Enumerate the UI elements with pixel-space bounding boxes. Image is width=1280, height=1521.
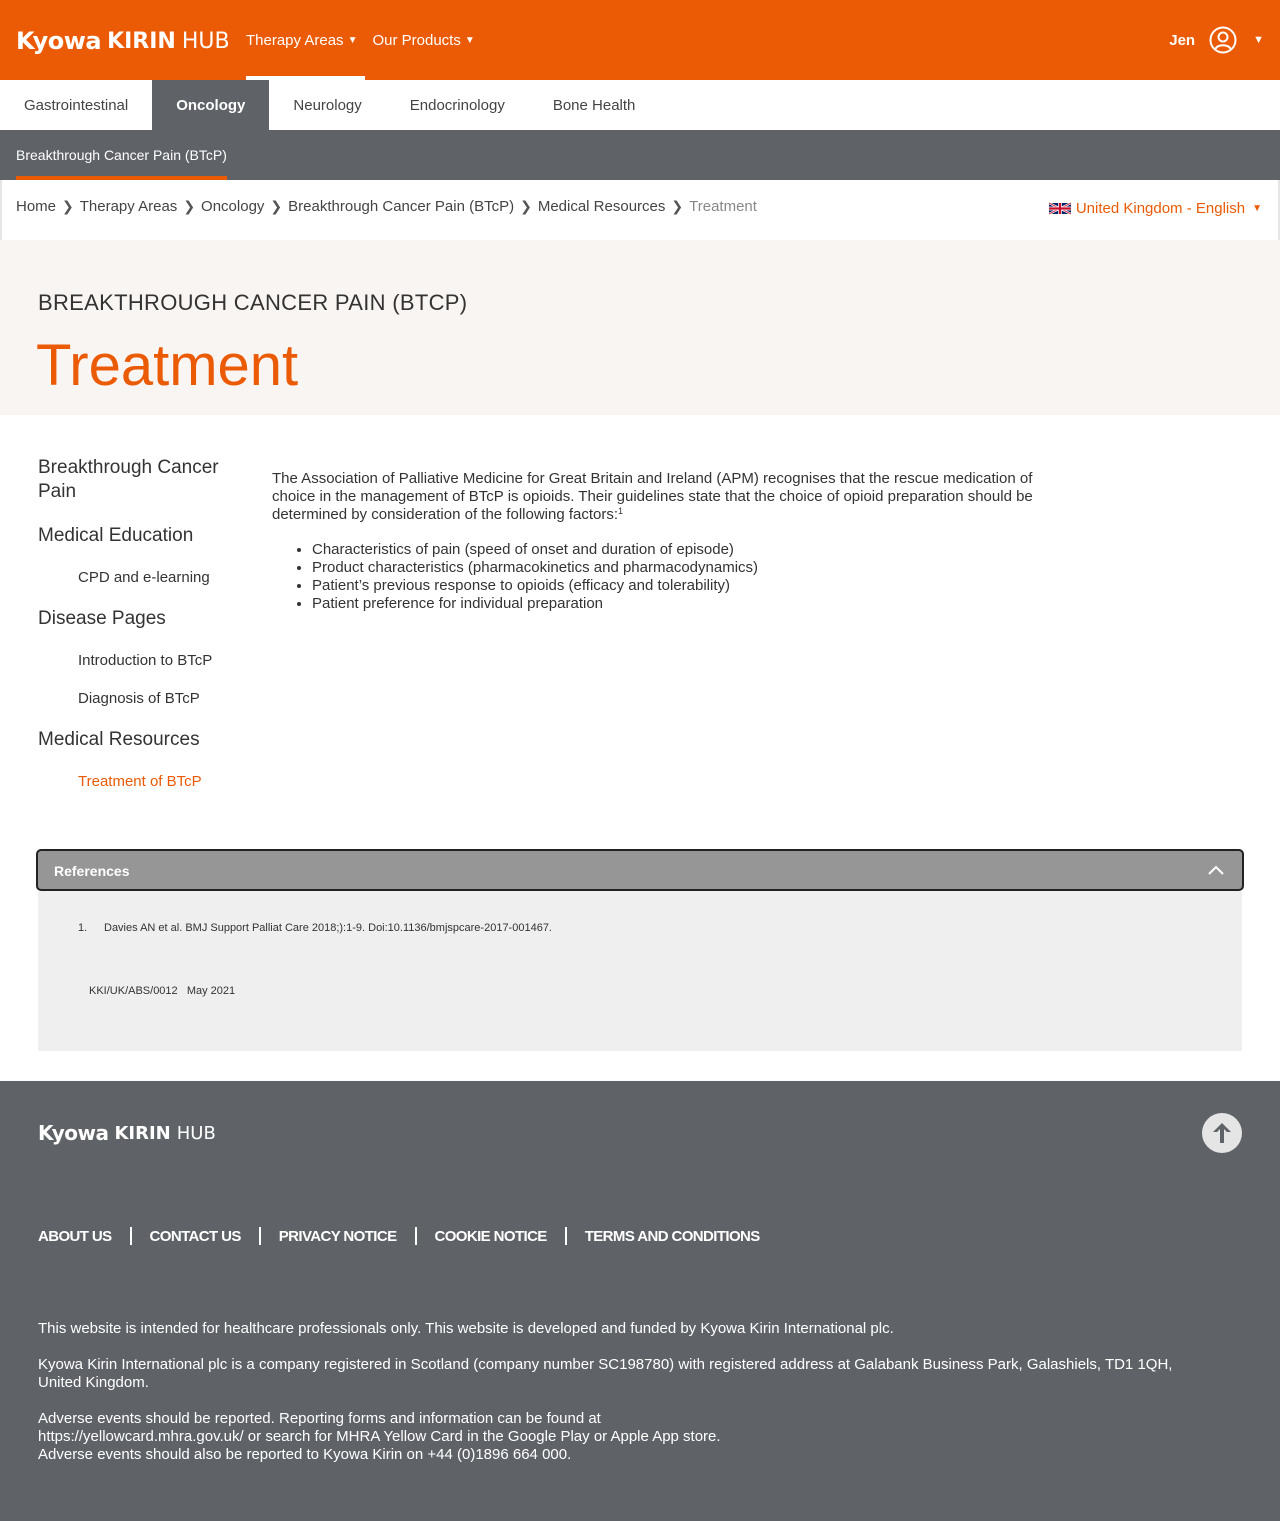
tab-endocrinology[interactable]: Endocrinology — [386, 80, 529, 130]
nav-our-products[interactable]: Our Products ▼ — [372, 0, 474, 80]
chevron-right-icon: ❯ — [671, 198, 684, 214]
list-item: Patient’s previous response to opioids (… — [312, 577, 1052, 595]
footer-disclaimer: This website is intended for healthcare … — [38, 1320, 894, 1337]
footer-divider — [129, 1227, 132, 1245]
adverse-events-line: Adverse events should be reported. Repor… — [38, 1410, 601, 1427]
list-item: Patient preference for individual prepar… — [312, 595, 1052, 613]
sidenav-medical-resources[interactable]: Medical Resources — [38, 728, 238, 752]
job-code: KKI/UK/ABS/0012 May 2021 — [89, 985, 236, 997]
therapy-area-tabs: Gastrointestinal Oncology Neurology Endo… — [0, 80, 1280, 130]
locale-label: United Kingdom - English — [1075, 200, 1246, 217]
list-item: Product characteristics (pharmacokinetic… — [312, 559, 1052, 577]
footer-link-about[interactable]: ABOUT US — [38, 1228, 112, 1245]
tab-gastrointestinal[interactable]: Gastrointestinal — [0, 80, 152, 130]
side-nav: Breakthrough Cancer Pain Medical Educati… — [38, 456, 238, 790]
top-header: Kyowa KIRIN HUB Therapy Areas ▼ Our Prod… — [0, 0, 1280, 80]
main-nav: Therapy Areas ▼ Our Products ▼ — [246, 0, 490, 80]
sidenav-diagnosis-btcp[interactable]: Diagnosis of BTcP — [38, 690, 238, 707]
logo-kirin: KIRIN — [107, 28, 176, 54]
logo-hub: HUB — [176, 1122, 216, 1144]
user-name: Jen — [1169, 31, 1196, 49]
footer-logo[interactable]: Kyowa KIRIN HUB — [38, 1121, 216, 1145]
footer-link-privacy[interactable]: PRIVACY NOTICE — [279, 1228, 397, 1245]
footer-link-cookie[interactable]: COOKIE NOTICE — [435, 1228, 548, 1245]
footer-divider — [258, 1227, 261, 1245]
breadcrumb-home[interactable]: Home — [16, 198, 56, 215]
footer-link-terms[interactable]: TERMS AND CONDITIONS — [585, 1228, 761, 1245]
logo-hub: HUB — [181, 28, 230, 54]
nav-our-products-label: Our Products — [372, 31, 461, 49]
reference-number: 1. — [78, 922, 88, 934]
breadcrumb-therapy-areas[interactable]: Therapy Areas — [80, 198, 178, 215]
main-content: The Association of Palliative Medicine f… — [272, 470, 1052, 613]
chevron-up-icon[interactable] — [1206, 860, 1226, 880]
chevron-right-icon: ❯ — [183, 198, 196, 214]
kyowa-kirin-hub-logo[interactable]: Kyowa KIRIN HUB — [16, 27, 230, 55]
adverse-events-line: Adverse events should also be reported t… — [38, 1446, 572, 1463]
caret-down-icon: ▼ — [1252, 203, 1262, 214]
nav-therapy-areas[interactable]: Therapy Areas ▼ — [246, 0, 366, 80]
sidenav-treatment-btcp[interactable]: Treatment of BTcP — [38, 773, 238, 790]
reference-item: 1. Davies AN et al. BMJ Support Palliat … — [78, 922, 552, 934]
reference-superscript[interactable]: 1 — [618, 506, 623, 516]
sidenav-breakthrough-cancer-pain[interactable]: Breakthrough Cancer Pain — [38, 456, 238, 504]
tab-bone-health[interactable]: Bone Health — [529, 80, 660, 130]
reference-text: Davies AN et al. BMJ Support Palliat Car… — [104, 922, 552, 934]
breadcrumb-medical-resources[interactable]: Medical Resources — [538, 198, 666, 215]
footer: Kyowa KIRIN HUB ABOUT US CONTACT US PRIV… — [0, 1081, 1280, 1521]
locale-selector[interactable]: United Kingdom - English ▼ — [1048, 200, 1262, 217]
references-accordion-header[interactable]: References — [36, 849, 1244, 891]
breadcrumb-current: Treatment — [689, 198, 757, 215]
factor-list: Characteristics of pain (speed of onset … — [272, 541, 1052, 613]
uk-flag-icon — [1048, 202, 1071, 215]
caret-down-icon: ▼ — [1253, 34, 1264, 46]
arrow-up-icon — [1213, 1123, 1231, 1143]
sidenav-disease-pages[interactable]: Disease Pages — [38, 607, 238, 631]
breadcrumb-btcp[interactable]: Breakthrough Cancer Pain (BTcP) — [288, 198, 514, 215]
logo-kyowa: Kyowa — [16, 27, 102, 55]
page-hero: BREAKTHROUGH CANCER PAIN (BTCP) Treatmen… — [0, 240, 1280, 415]
breadcrumb-oncology[interactable]: Oncology — [201, 198, 264, 215]
chevron-right-icon: ❯ — [62, 198, 74, 214]
tab-neurology[interactable]: Neurology — [269, 80, 385, 130]
logo-kirin: KIRIN — [114, 1122, 171, 1144]
user-circle-icon — [1209, 26, 1237, 54]
footer-adverse-events: Adverse events should be reported. Repor… — [38, 1410, 1218, 1464]
tab-oncology[interactable]: Oncology — [152, 80, 270, 130]
breadcrumb: Home ❯ Therapy Areas ❯ Oncology ❯ Breakt… — [16, 198, 757, 215]
nav-therapy-areas-label: Therapy Areas — [246, 31, 344, 49]
sidenav-cpd-elearning[interactable]: CPD and e-learning — [38, 569, 238, 586]
intro-paragraph: The Association of Palliative Medicine f… — [272, 470, 1052, 524]
intro-text: The Association of Palliative Medicine f… — [272, 470, 1033, 523]
footer-link-contact[interactable]: CONTACT US — [150, 1228, 242, 1245]
footer-divider — [564, 1227, 567, 1245]
caret-down-icon: ▼ — [464, 34, 475, 46]
list-item: Characteristics of pain (speed of onset … — [312, 541, 1052, 559]
back-to-top-button[interactable] — [1202, 1113, 1242, 1153]
logo-kyowa: Kyowa — [38, 1121, 109, 1145]
chevron-right-icon: ❯ — [270, 198, 283, 214]
subnav-btcp[interactable]: Breakthrough Cancer Pain (BTcP) — [16, 130, 227, 180]
adverse-events-line: https://yellowcard.mhra.gov.uk/ or searc… — [38, 1428, 721, 1445]
references-title: References — [54, 863, 130, 879]
sub-nav: Breakthrough Cancer Pain (BTcP) — [0, 130, 1280, 180]
footer-company-info: Kyowa Kirin International plc is a compa… — [38, 1356, 1173, 1391]
page-eyebrow: BREAKTHROUGH CANCER PAIN (BTCP) — [38, 290, 468, 315]
references-panel: 1. Davies AN et al. BMJ Support Palliat … — [38, 891, 1242, 1051]
sidenav-introduction-btcp[interactable]: Introduction to BTcP — [38, 652, 238, 669]
sidenav-medical-education[interactable]: Medical Education — [38, 524, 238, 548]
caret-down-icon: ▼ — [347, 34, 358, 46]
page-title: Treatment — [36, 333, 299, 398]
user-menu[interactable]: Jen ▼ — [1169, 24, 1264, 56]
footer-links: ABOUT US CONTACT US PRIVACY NOTICE COOKI… — [38, 1227, 760, 1245]
breadcrumb-bar: Home ❯ Therapy Areas ❯ Oncology ❯ Breakt… — [0, 180, 1280, 240]
footer-divider — [414, 1227, 417, 1245]
chevron-right-icon: ❯ — [520, 198, 532, 214]
